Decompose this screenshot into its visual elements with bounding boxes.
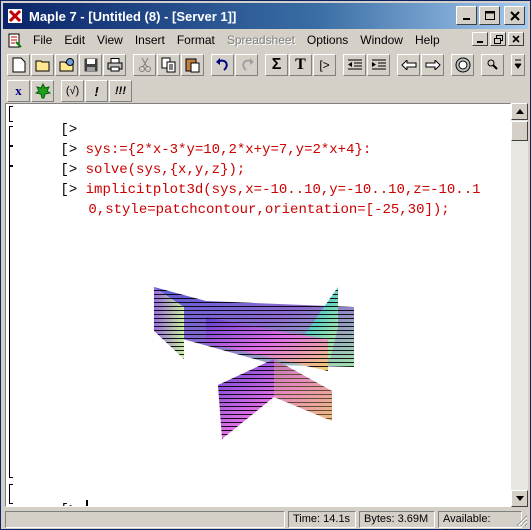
maple-input-button[interactable]: x <box>7 80 30 102</box>
indent-icon[interactable] <box>367 54 390 76</box>
input-prompt: [> <box>60 502 77 506</box>
execute-button[interactable]: ! <box>85 80 108 102</box>
menu-format[interactable]: Format <box>171 31 221 50</box>
new-file-icon[interactable] <box>7 54 30 76</box>
status-bytes: Bytes: 3.69M <box>359 511 435 528</box>
worksheet-area[interactable]: [> [> sys:={2*x-3*y=10,2*x+y=7,y=2*x+4}:… <box>5 103 511 507</box>
menu-edit[interactable]: Edit <box>58 31 91 50</box>
minimize-button[interactable] <box>456 6 477 25</box>
insert-math-button[interactable]: Σ <box>265 54 288 76</box>
redo-icon[interactable] <box>235 54 258 76</box>
save-disk-icon[interactable] <box>79 54 102 76</box>
maple-leaf-icon[interactable] <box>31 80 54 102</box>
worksheet-line[interactable]: 0,style=patchcontour,orientation=[-25,30… <box>38 186 449 234</box>
menu-help[interactable]: Help <box>409 31 446 50</box>
status-time: Time: 14.1s <box>288 511 356 528</box>
open-url-icon[interactable] <box>55 54 78 76</box>
status-bar: Time: 14.1s Bytes: 3.69M Available: 74.3… <box>3 509 528 530</box>
context-toolbar: x (√) ! !!! <box>3 78 133 104</box>
menu-bar: File Edit View Insert Format Spreadsheet… <box>3 30 528 51</box>
execute-all-button[interactable]: !!! <box>109 80 132 102</box>
menu-insert[interactable]: Insert <box>129 31 171 50</box>
outdent-icon[interactable] <box>343 54 366 76</box>
copy-icon[interactable] <box>157 54 180 76</box>
zoom-icon[interactable] <box>481 54 504 76</box>
status-available: Available: 74.3M <box>438 511 522 530</box>
menu-view[interactable]: View <box>91 31 129 50</box>
doc-restore-button[interactable] <box>490 32 506 46</box>
worksheet-line[interactable]: [> <box>10 484 88 506</box>
menu-window[interactable]: Window <box>354 31 409 50</box>
cut-icon[interactable] <box>133 54 156 76</box>
title-bar[interactable]: Maple 7 - [Untitled (8) - [Server 1]] <box>3 3 528 29</box>
toolbar-dropdown-icon[interactable] <box>511 54 525 76</box>
doc-close-button[interactable] <box>508 32 524 46</box>
menu-file[interactable]: File <box>27 31 58 50</box>
doc-minimize-button[interactable] <box>472 32 488 46</box>
scroll-thumb[interactable] <box>511 121 528 141</box>
insert-text-button[interactable]: T <box>289 54 312 76</box>
check-syntax-button[interactable]: (√) <box>61 80 84 102</box>
open-folder-icon[interactable] <box>31 54 54 76</box>
status-message <box>5 511 285 528</box>
3d-plot[interactable] <box>146 279 356 444</box>
maximize-button[interactable] <box>479 6 500 25</box>
resize-grip-icon[interactable] <box>514 513 528 527</box>
scroll-down-button[interactable] <box>511 490 528 507</box>
stop-icon[interactable] <box>451 54 474 76</box>
window-title: Maple 7 - [Untitled (8) - [Server 1]] <box>29 8 237 24</box>
maple-app-icon[interactable] <box>7 8 23 24</box>
insert-execution-group-button[interactable]: [> <box>313 54 336 76</box>
maple-window: Maple 7 - [Untitled (8) - [Server 1]] Fi… <box>0 0 531 530</box>
back-arrow-icon[interactable] <box>397 54 420 76</box>
undo-icon[interactable] <box>211 54 234 76</box>
print-icon[interactable] <box>103 54 126 76</box>
scroll-up-button[interactable] <box>511 103 528 120</box>
worksheet-doc-icon[interactable] <box>7 33 23 49</box>
main-toolbar: Σ T [> <box>3 52 526 78</box>
paste-icon[interactable] <box>181 54 204 76</box>
menu-options[interactable]: Options <box>301 31 354 50</box>
close-button[interactable] <box>504 6 525 25</box>
text-cursor <box>85 500 88 506</box>
forward-arrow-icon[interactable] <box>421 54 444 76</box>
command-text[interactable]: 0,style=patchcontour,orientation=[-25,30… <box>88 202 449 218</box>
vertical-scrollbar[interactable] <box>511 103 528 507</box>
menu-spreadsheet: Spreadsheet <box>226 33 295 47</box>
